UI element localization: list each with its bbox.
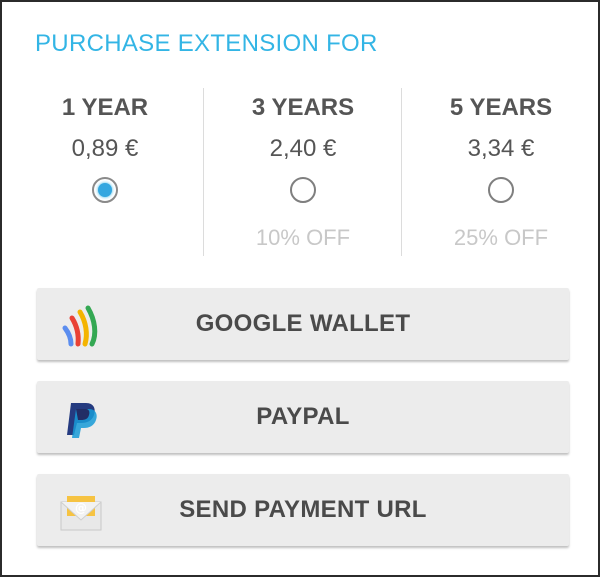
dialog-title: PURCHASE EXTENSION FOR <box>35 30 378 57</box>
option-radio[interactable] <box>92 177 118 203</box>
option-title: 3 YEARS <box>251 94 355 121</box>
option-discount: 10% OFF <box>255 225 351 250</box>
google-wallet-label: GOOGLE WALLET <box>195 310 411 337</box>
option-radio[interactable] <box>488 177 514 203</box>
duration-options: 1 YEAR 0,89 € 3 YEARS 2,40 € 10% OFF 5 Y… <box>2 88 598 258</box>
purchase-dialog: PURCHASE EXTENSION FOR 1 YEAR 0,89 € 3 Y… <box>0 0 600 577</box>
option-3-years[interactable]: 3 YEARS 2,40 € 10% OFF <box>203 88 402 256</box>
option-title: 5 YEARS <box>449 94 553 121</box>
send-payment-url-button[interactable]: @ SEND PAYMENT URL <box>37 474 569 546</box>
option-1-year[interactable]: 1 YEAR 0,89 € <box>6 88 204 256</box>
option-price: 2,40 € <box>269 135 337 162</box>
google-wallet-button[interactable]: GOOGLE WALLET <box>37 288 569 360</box>
option-radio[interactable] <box>290 177 316 203</box>
option-price: 0,89 € <box>71 135 139 162</box>
paypal-button[interactable]: PAYPAL <box>37 381 569 453</box>
option-title: 1 YEAR <box>61 94 149 121</box>
option-price: 3,34 € <box>467 135 535 162</box>
option-5-years[interactable]: 5 YEARS 3,34 € 25% OFF <box>401 88 600 256</box>
send-payment-url-label: SEND PAYMENT URL <box>179 496 427 523</box>
option-discount: 25% OFF <box>453 225 549 250</box>
paypal-label: PAYPAL <box>256 403 350 430</box>
